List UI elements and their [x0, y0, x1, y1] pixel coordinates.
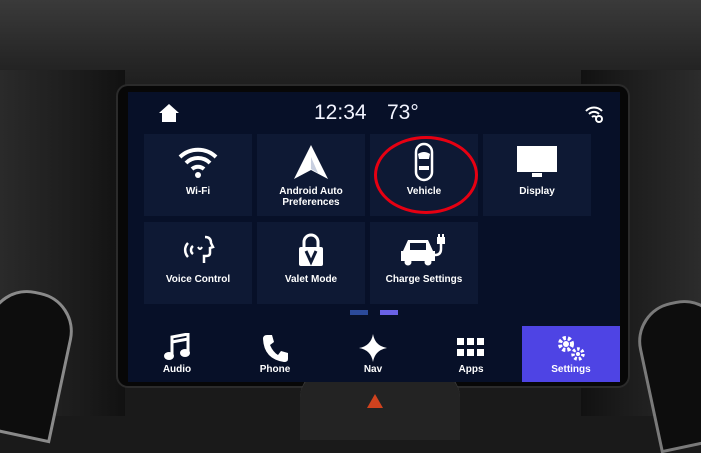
nav-label: Phone — [259, 364, 291, 375]
tile-label: Voice Control — [165, 274, 231, 285]
status-bar: 12:34 73° — [128, 92, 620, 128]
phone-button[interactable]: Phone — [226, 326, 324, 382]
valet-mode-tile[interactable]: Valet Mode — [257, 222, 365, 304]
android-auto-icon — [294, 145, 328, 179]
display-tile[interactable]: Display — [483, 134, 591, 216]
nav-label: Settings — [551, 364, 591, 375]
apps-grid-icon — [457, 338, 484, 356]
outside-temperature: 73° — [387, 101, 419, 124]
home-button[interactable] — [158, 102, 180, 124]
bottom-navigation: Audio Phone Nav Apps Settings — [128, 326, 620, 382]
phone-icon — [263, 335, 288, 362]
voice-control-icon — [183, 235, 215, 263]
nav-button[interactable]: Nav — [324, 326, 422, 382]
home-icon — [159, 104, 179, 122]
signal-status — [583, 102, 605, 124]
charge-car-icon — [401, 234, 445, 266]
red-highlight-circle — [374, 136, 478, 214]
valet-lock-icon — [299, 233, 323, 266]
android-auto-tile[interactable]: Android Auto Preferences — [257, 134, 365, 216]
nav-label: Audio — [162, 364, 192, 375]
audio-button[interactable]: Audio — [128, 326, 226, 382]
tile-label: Valet Mode — [284, 274, 338, 285]
charge-settings-tile[interactable]: Charge Settings — [370, 222, 478, 304]
music-note-icon — [164, 333, 190, 360]
page-indicator-1[interactable] — [350, 310, 368, 315]
clock: 12:34 — [314, 101, 367, 124]
nav-label: Nav — [363, 364, 383, 375]
nav-star-icon — [359, 334, 387, 362]
tile-label: Charge Settings — [385, 274, 463, 285]
tile-label: Display — [519, 186, 555, 197]
voice-control-tile[interactable]: Voice Control — [144, 222, 252, 304]
tile-label: Android Auto Preferences — [279, 186, 343, 208]
gears-icon — [558, 336, 585, 361]
page-indicator-2-active[interactable] — [380, 310, 398, 315]
nav-label: Apps — [458, 364, 484, 375]
hazard-warning-button[interactable] — [367, 394, 383, 408]
settings-button[interactable]: Settings — [522, 326, 620, 382]
wifi-icon — [178, 147, 218, 178]
tile-label: Wi-Fi — [185, 186, 211, 197]
apps-button[interactable]: Apps — [422, 326, 520, 382]
display-icon — [517, 146, 557, 177]
wifi-signal-icon — [585, 106, 603, 123]
infotainment-screen: 12:34 73° Wi-Fi Android Auto Preferences… — [128, 92, 620, 382]
wifi-tile[interactable]: Wi-Fi — [144, 134, 252, 216]
